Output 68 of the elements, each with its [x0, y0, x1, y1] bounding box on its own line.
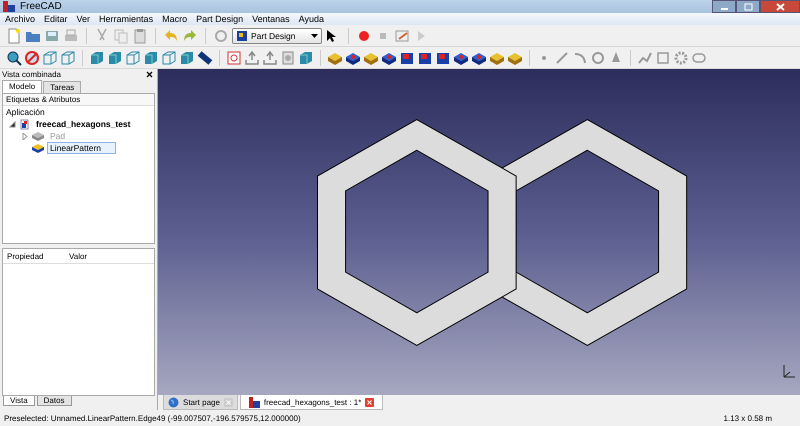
cube-outline-icon[interactable]	[42, 50, 58, 66]
document-tab[interactable]: Start page	[163, 395, 238, 410]
app-logo-icon	[248, 396, 260, 408]
zoom-icon[interactable]	[6, 50, 22, 66]
panel-tab[interactable]: Datos	[36, 396, 72, 406]
menu-item[interactable]: Part Design	[196, 14, 244, 24]
menu-item[interactable]: Herramientas	[99, 14, 154, 24]
document-icon	[19, 118, 30, 130]
workbench-icon	[236, 30, 248, 42]
tree-item[interactable]: LinearPattern	[47, 142, 116, 154]
sketch-rect-icon[interactable]	[655, 50, 671, 66]
close-button[interactable]	[760, 0, 800, 13]
menu-item[interactable]: Ver	[76, 14, 90, 24]
doc-icon[interactable]	[6, 28, 22, 44]
close-icon[interactable]	[146, 71, 153, 78]
sketch-icon[interactable]	[226, 50, 242, 66]
maximize-button[interactable]	[736, 0, 760, 13]
panel-tab[interactable]: Vista	[3, 396, 35, 406]
status-message: Preselected: Unnamed.LinearPattern.Edge49 (-99.007507,-196.579575,12.000000)	[4, 414, 301, 422]
menu-item[interactable]: Ventanas	[252, 14, 290, 24]
paste-icon[interactable]	[132, 28, 148, 44]
workbench-dropdown[interactable]: Part Design	[232, 28, 322, 44]
tray-icon[interactable]	[262, 50, 278, 66]
noentry-icon[interactable]	[24, 50, 40, 66]
refresh-icon[interactable]	[213, 28, 229, 44]
axis-icon	[782, 363, 796, 379]
panel-tab[interactable]: Modelo	[2, 80, 42, 93]
macro-edit-icon[interactable]	[394, 28, 410, 44]
sketch-circle-icon[interactable]	[590, 50, 606, 66]
window-title: FreeCAD	[20, 1, 62, 12]
3d-viewport[interactable]	[158, 69, 800, 395]
cube-icon[interactable]	[107, 50, 123, 66]
block-icon	[31, 131, 44, 141]
menu-item[interactable]: Ayuda	[298, 14, 324, 24]
document-tab[interactable]: freecad_hexagons_test : 1*	[240, 395, 384, 410]
tree-item[interactable]: freecad_hexagons_test	[33, 118, 134, 130]
minimize-button[interactable]	[712, 0, 736, 13]
cube-icon[interactable]	[89, 50, 105, 66]
cube-outline-icon[interactable]	[60, 50, 76, 66]
panel-title: Vista combinada	[2, 70, 61, 79]
menu-item[interactable]: Macro	[162, 14, 188, 24]
panel-tab[interactable]: Tareas	[43, 81, 82, 93]
print-icon[interactable]	[63, 28, 79, 44]
block-icon	[31, 143, 44, 153]
cube-icon[interactable]	[143, 50, 159, 66]
cube-icon[interactable]	[298, 50, 314, 66]
expand-arrow-icon[interactable]	[9, 120, 16, 128]
close-icon	[776, 2, 784, 10]
caret-icon	[311, 34, 318, 38]
globe-icon	[168, 396, 179, 408]
column-header: Valor	[68, 252, 88, 260]
tree-item[interactable]: Aplicación	[6, 107, 45, 117]
dimensions-label: 1.13 x 0.58 m	[724, 414, 772, 422]
column-header: Propiedad	[6, 252, 44, 260]
sketch-gear-icon[interactable]	[673, 50, 689, 66]
sketch-line-icon[interactable]	[554, 50, 570, 66]
tray-icon[interactable]	[244, 50, 260, 66]
redo-icon[interactable]	[182, 28, 198, 44]
hexagon-ring[interactable]	[317, 118, 517, 346]
menu-item[interactable]: Archivo	[5, 14, 36, 24]
cube-outline-icon[interactable]	[161, 50, 177, 66]
page-icon[interactable]	[280, 50, 296, 66]
sketch-poly-icon[interactable]	[637, 50, 653, 66]
menu-item[interactable]: Editar	[44, 14, 68, 24]
cube-outline-icon[interactable]	[125, 50, 141, 66]
app-logo-icon	[3, 1, 15, 12]
maximize-icon	[744, 2, 752, 10]
column-header: Etiquetas & Atributos	[3, 94, 154, 106]
